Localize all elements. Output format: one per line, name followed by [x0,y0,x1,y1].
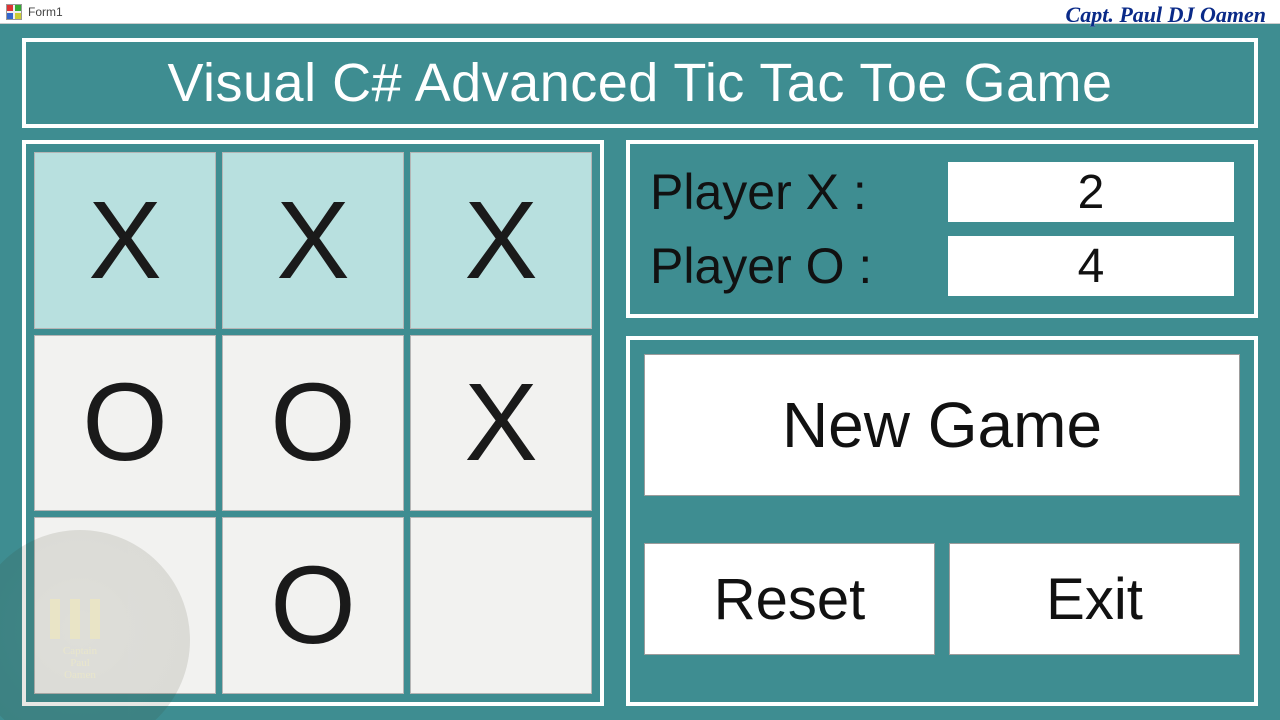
game-board-panel: X X X O O X O [22,140,604,706]
author-watermark: Capt. Paul DJ Oamen [1066,2,1266,28]
board-cell-5[interactable]: X [410,335,592,512]
board-cell-3[interactable]: O [34,335,216,512]
window-body: Visual C# Advanced Tic Tac Toe Game X X … [0,24,1280,720]
header-panel: Visual C# Advanced Tic Tac Toe Game [22,38,1258,128]
player-o-score: 4 [948,236,1234,296]
player-x-label: Player X : [650,163,930,221]
board-cell-4[interactable]: O [222,335,404,512]
player-o-label: Player O : [650,237,930,295]
app-icon [6,4,22,20]
score-panel: Player X : 2 Player O : 4 [626,140,1258,318]
player-x-score: 2 [948,162,1234,222]
board-cell-2[interactable]: X [410,152,592,329]
board-cell-6[interactable] [34,517,216,694]
board-cell-8[interactable] [410,517,592,694]
game-board: X X X O O X O [34,152,592,694]
new-game-button[interactable]: New Game [644,354,1240,496]
score-row-x: Player X : 2 [650,162,1234,222]
button-panel: New Game Reset Exit [626,336,1258,706]
board-cell-0[interactable]: X [34,152,216,329]
score-row-o: Player O : 4 [650,236,1234,296]
board-cell-7[interactable]: O [222,517,404,694]
reset-button[interactable]: Reset [644,543,935,655]
board-cell-1[interactable]: X [222,152,404,329]
page-title: Visual C# Advanced Tic Tac Toe Game [167,52,1112,114]
exit-button[interactable]: Exit [949,543,1240,655]
